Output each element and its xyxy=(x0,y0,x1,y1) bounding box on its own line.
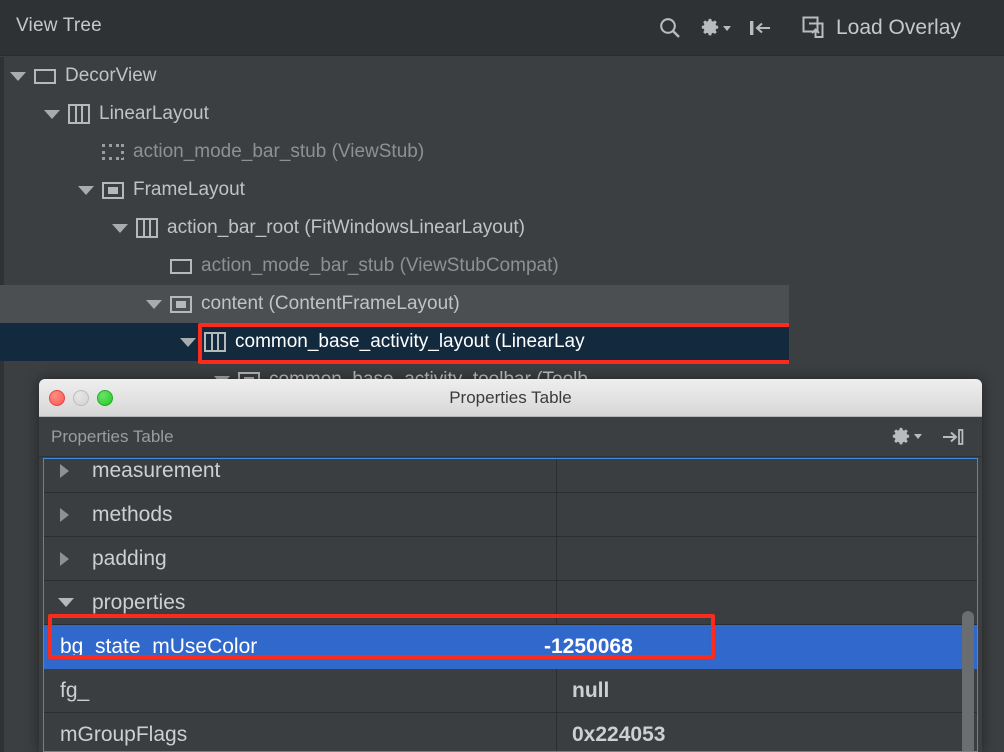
close-button[interactable] xyxy=(49,389,65,406)
gear-icon xyxy=(892,427,910,444)
linear-icon xyxy=(68,104,90,124)
property-name: methods xyxy=(92,502,173,526)
tree-row[interactable]: LinearLayout xyxy=(0,95,789,133)
tree-row-label: common_base_activity_layout (LinearLay xyxy=(235,331,585,352)
gear-icon xyxy=(701,18,719,36)
tree-row[interactable]: DecorView xyxy=(0,57,789,95)
tree-row-label: content (ContentFrameLayout) xyxy=(201,293,460,314)
property-row[interactable]: methods xyxy=(44,493,977,537)
chevron-down-icon[interactable] xyxy=(44,109,60,119)
load-overlay-label: Load Overlay xyxy=(836,15,961,39)
chevron-down-icon[interactable] xyxy=(78,185,94,195)
screen-root: View Tree DecorView LinearLayout action_… xyxy=(0,0,1004,752)
column-divider xyxy=(556,625,557,668)
tree-row[interactable]: action_mode_bar_stub (ViewStub) xyxy=(0,133,789,171)
column-divider xyxy=(556,537,557,580)
chevron-right-icon[interactable] xyxy=(60,507,69,522)
property-value: 0x224053 xyxy=(572,722,666,746)
window-title: Properties Table xyxy=(449,387,572,407)
collapse-right-icon[interactable] xyxy=(938,422,968,452)
property-value: null xyxy=(572,678,610,702)
column-divider xyxy=(556,459,557,492)
tree-row-label: FrameLayout xyxy=(133,179,245,200)
properties-settings-button[interactable] xyxy=(890,426,922,448)
tree-row[interactable]: action_bar_root (FitWindowsLinearLayout) xyxy=(0,209,789,247)
tree-row[interactable]: FrameLayout xyxy=(0,171,789,209)
chevron-down-icon[interactable] xyxy=(58,598,74,607)
view-tree-title: View Tree xyxy=(16,15,102,36)
properties-toolbar-title: Properties Table xyxy=(51,426,174,446)
tree-row[interactable]: action_mode_bar_stub (ViewStubCompat) xyxy=(0,247,789,285)
view-tree-header: View Tree xyxy=(0,0,789,56)
chevron-down-icon[interactable] xyxy=(180,337,196,347)
linear-icon xyxy=(136,218,158,238)
column-divider xyxy=(556,493,557,536)
property-row[interactable]: measurement xyxy=(44,458,977,493)
tree-row-label: LinearLayout xyxy=(99,103,209,124)
property-name: padding xyxy=(92,546,167,570)
column-divider xyxy=(556,581,557,624)
tree-row-label: action_mode_bar_stub (ViewStub) xyxy=(133,141,425,162)
property-name: bg_state_mUseColor xyxy=(60,634,258,658)
tree-row-label: action_mode_bar_stub (ViewStubCompat) xyxy=(201,255,559,276)
property-row[interactable]: properties xyxy=(44,581,977,625)
minimize-button[interactable] xyxy=(73,389,89,406)
view-tree-toolbar xyxy=(655,0,775,56)
zoom-button[interactable] xyxy=(97,389,113,406)
tree-row[interactable]: content (ContentFrameLayout) xyxy=(0,285,789,323)
collapse-left-icon[interactable] xyxy=(745,13,775,43)
upload-overlay-icon xyxy=(802,16,824,38)
chevron-down-icon[interactable] xyxy=(146,299,162,309)
traffic-lights xyxy=(49,389,113,406)
property-name: fg_ xyxy=(60,678,90,702)
properties-table[interactable]: measurement methods padding properties bg_st… xyxy=(43,458,978,752)
property-row[interactable]: padding xyxy=(44,537,977,581)
window-titlebar[interactable]: Properties Table xyxy=(39,379,982,417)
properties-toolbar-actions xyxy=(890,422,968,452)
properties-toolbar: Properties Table xyxy=(39,417,982,457)
tree-row[interactable]: common_base_activity_layout (LinearLay xyxy=(0,323,789,361)
frame-icon xyxy=(170,295,192,313)
frame-icon xyxy=(102,181,124,199)
chevron-down-icon[interactable] xyxy=(10,71,26,81)
property-value: -1250068 xyxy=(544,634,633,658)
column-divider xyxy=(556,669,557,712)
property-row[interactable]: fg_ null xyxy=(44,669,977,713)
chevron-right-icon[interactable] xyxy=(60,551,69,566)
property-name: properties xyxy=(92,590,186,614)
stub-icon xyxy=(102,144,124,160)
rect-icon xyxy=(170,258,192,274)
chevron-down-icon xyxy=(723,25,731,31)
rect-icon xyxy=(34,68,56,84)
property-row[interactable]: mGroupFlags 0x224053 xyxy=(44,713,977,751)
search-icon[interactable] xyxy=(655,13,685,43)
tree-row-label: DecorView xyxy=(65,65,157,86)
column-divider xyxy=(556,713,557,751)
chevron-right-icon[interactable] xyxy=(60,463,69,478)
chevron-down-icon xyxy=(914,434,922,439)
vertical-scrollbar[interactable] xyxy=(962,611,974,751)
load-overlay-button[interactable]: Load Overlay xyxy=(789,0,1004,56)
chevron-down-icon[interactable] xyxy=(112,223,128,233)
properties-table-window: Properties Table Properties Table measur… xyxy=(39,379,982,752)
tree-row-label: action_bar_root (FitWindowsLinearLayout) xyxy=(167,217,526,238)
property-name: mGroupFlags xyxy=(60,722,188,746)
property-row[interactable]: bg_state_mUseColor -1250068 xyxy=(44,625,977,669)
view-tree-settings-button[interactable] xyxy=(699,17,731,39)
property-name: measurement xyxy=(92,458,221,482)
linear-icon xyxy=(204,332,226,352)
